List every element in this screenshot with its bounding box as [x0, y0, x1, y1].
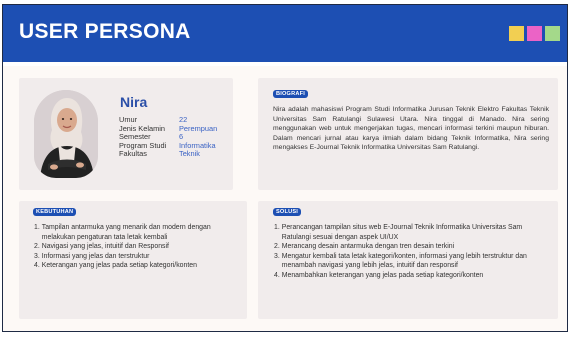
biography-text: Nira adalah mahasiswi Program Studi Info… — [273, 106, 549, 152]
color-swatch-green — [545, 26, 560, 41]
needs-heading: KEBUTUHAN — [33, 208, 77, 216]
list-item-text: Informasi yang jelas dan terstruktur — [41, 252, 150, 260]
solutions-list: 1. Perancangan tampilan situs web E-Jour… — [274, 223, 550, 281]
profile-card: Nira Umur 22 Jenis Kelamin Perempuan Sem… — [19, 78, 233, 190]
avatar — [34, 90, 98, 178]
list-item: 2. Merancang desain antarmuka dengan tre… — [274, 242, 550, 252]
list-item-number: 4. — [274, 271, 280, 279]
list-item-number: 3. — [274, 252, 280, 260]
list-item-number: 3. — [34, 252, 40, 260]
list-item-text: Merancang desain antarmuka dengan tren d… — [281, 243, 455, 251]
person-photo-icon — [34, 90, 98, 178]
page-title: USER PERSONA — [19, 20, 191, 43]
attribute-value: Teknik — [179, 149, 200, 159]
persona-frame: USER PERSONA Nira Umur 22 Jenis Kelamin … — [2, 4, 568, 332]
list-item: 3. Informasi yang jelas dan terstruktur — [34, 252, 242, 262]
biography-heading: BIOGRAFI — [273, 90, 308, 98]
header-bar: USER PERSONA — [3, 5, 567, 62]
list-item-number: 1. — [274, 224, 280, 231]
list-item: 4. Menambahkan keterangan yang jelas pad… — [274, 271, 550, 281]
list-item: 4. Keterangan yang jelas pada setiap kat… — [34, 261, 242, 271]
needs-card: KEBUTUHAN 1. Tampilan antarmuka yang men… — [19, 201, 247, 319]
attribute-row: Fakultas Teknik — [119, 150, 217, 159]
list-item-text: Navigasi yang jelas, intuitif dan Respon… — [41, 243, 169, 251]
list-item: 2. Navigasi yang jelas, intuitif dan Res… — [34, 242, 242, 252]
color-swatch-pink — [527, 26, 542, 41]
list-item-text: Menambahkan keterangan yang jelas pada s… — [281, 271, 484, 279]
list-item-number: 2. — [274, 243, 280, 251]
solutions-card: SOLUSI 1. Perancangan tampilan situs web… — [258, 201, 558, 319]
biography-card: BIOGRAFI Nira adalah mahasiswi Program S… — [258, 78, 558, 190]
persona-name: Nira — [120, 94, 148, 110]
persona-attributes: Umur 22 Jenis Kelamin Perempuan Semester… — [119, 115, 218, 159]
attribute-label: Fakultas — [119, 149, 147, 159]
list-item-number: 2. — [34, 243, 40, 251]
list-item-number: 4. — [34, 262, 40, 270]
solutions-heading: SOLUSI — [273, 208, 302, 216]
list-item-text: Keterangan yang jelas pada setiap katego… — [41, 262, 197, 270]
list-item-number: 1. — [34, 224, 40, 231]
list-item-text: Tampilan antarmuka yang menarik dan mode… — [41, 224, 211, 241]
color-swatch-yellow — [509, 26, 524, 41]
list-item: 3. Mengatur kembali tata letak kategori/… — [274, 252, 550, 271]
header-divider — [3, 62, 567, 66]
list-item: 1. Tampilan antarmuka yang menarik dan m… — [34, 223, 242, 242]
list-item-text: Mengatur kembali tata letak kategori/kon… — [281, 252, 527, 270]
list-item: 1. Perancangan tampilan situs web E-Jour… — [274, 223, 550, 242]
attribute-value: Perempuan — [179, 123, 218, 133]
list-item-text: Perancangan tampilan situs web E-Journal… — [281, 224, 523, 241]
needs-list: 1. Tampilan antarmuka yang menarik dan m… — [34, 223, 242, 271]
